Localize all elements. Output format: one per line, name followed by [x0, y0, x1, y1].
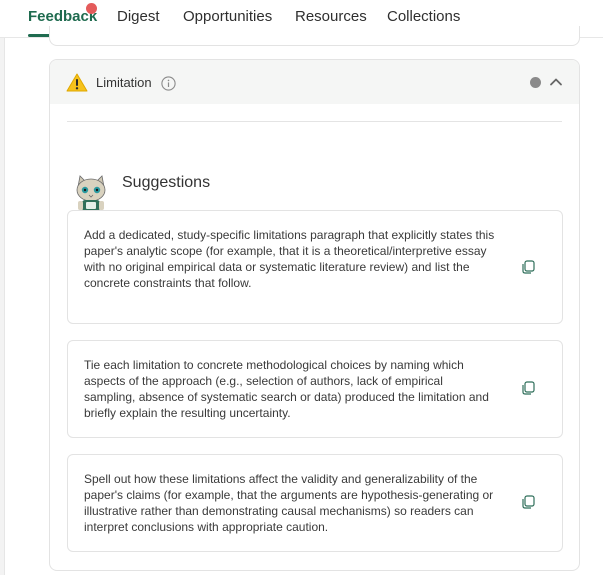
suggestion-card: Add a dedicated, study-specific limitati… [67, 210, 563, 324]
suggestions-heading: Suggestions [122, 174, 211, 191]
tab-digest[interactable]: Digest [117, 8, 160, 25]
suggestion-card: Tie each limitation to concrete methodol… [67, 340, 563, 438]
section-title: Limitation [96, 75, 152, 90]
suggestion-text: Spell out how these limitations affect t… [84, 472, 494, 534]
previous-card [49, 26, 580, 46]
suggestion-text: Tie each limitation to concrete methodol… [84, 358, 489, 420]
copy-icon[interactable] [520, 494, 536, 510]
status-dot [530, 77, 541, 88]
divider [67, 121, 562, 122]
cat-mascot-icon [76, 175, 106, 211]
content-border [4, 38, 5, 575]
limitation-card: Limitation Suggestions Add a dedicated, … [49, 59, 580, 571]
card-header[interactable]: Limitation [50, 60, 579, 104]
warning-icon [66, 73, 88, 92]
copy-icon[interactable] [520, 259, 536, 275]
suggestion-text: Add a dedicated, study-specific limitati… [84, 228, 495, 290]
notification-dot [86, 3, 97, 14]
info-icon[interactable] [161, 76, 176, 91]
suggestion-card: Spell out how these limitations affect t… [67, 454, 563, 552]
copy-icon[interactable] [520, 380, 536, 396]
chevron-up-icon[interactable] [549, 75, 563, 89]
tab-collections[interactable]: Collections [387, 8, 460, 25]
tab-opportunities[interactable]: Opportunities [183, 8, 272, 25]
tab-resources[interactable]: Resources [295, 8, 367, 25]
